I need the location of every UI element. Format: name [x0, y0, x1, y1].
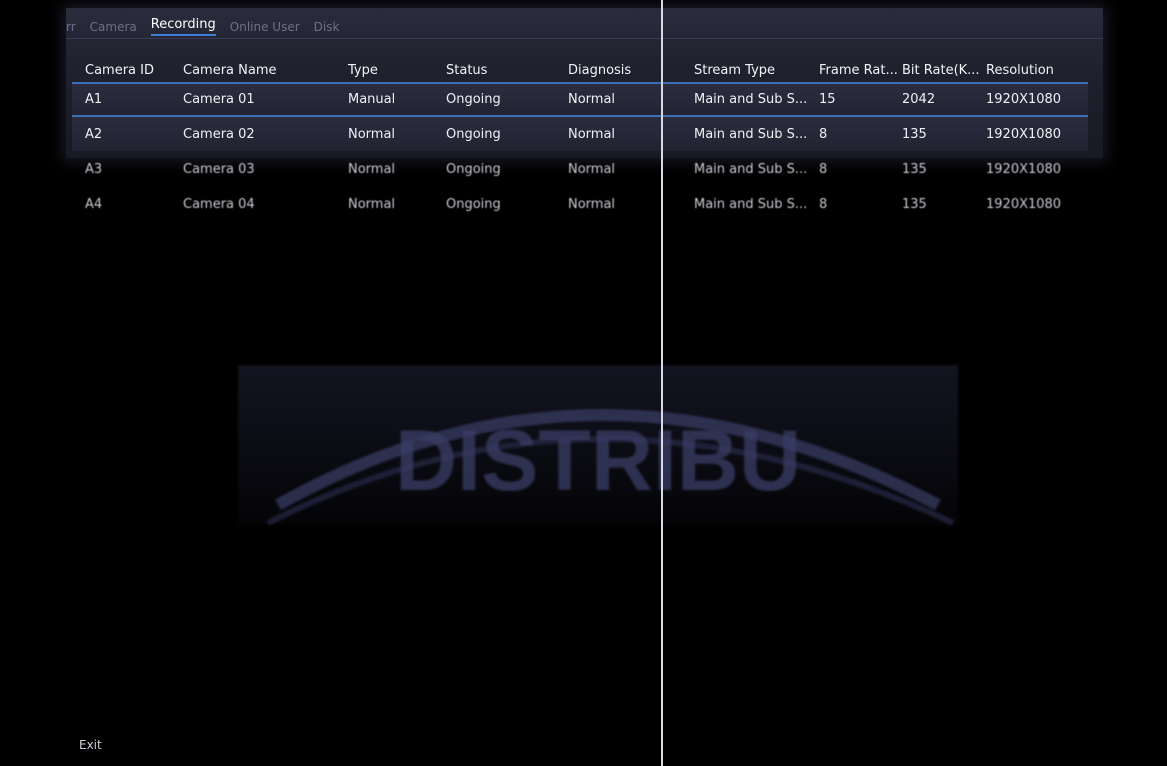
cell-resolution: 1920X1080	[986, 127, 1062, 142]
tab-disk[interactable]: Disk	[314, 20, 340, 36]
cell-status: Ongoing	[446, 197, 501, 212]
cell-camera-id: A4	[85, 197, 103, 212]
watermark-graphic: DISTRIBU	[266, 409, 955, 525]
cell-type: Normal	[348, 127, 396, 142]
header-status[interactable]: Status	[446, 63, 487, 78]
cell-frame-rate: 15	[819, 92, 836, 107]
cell-bit-rate: 135	[902, 162, 927, 177]
cell-diagnosis: Normal	[568, 197, 616, 212]
tab-cut[interactable]: rr	[66, 20, 76, 36]
cell-status: Ongoing	[446, 92, 501, 107]
watermark-text: DISTRIBU	[395, 413, 801, 509]
header-camera-id[interactable]: Camera ID	[85, 63, 154, 78]
cell-frame-rate: 8	[819, 197, 828, 212]
cell-camera-id: A1	[85, 92, 103, 107]
cell-camera-name: Camera 02	[183, 127, 255, 142]
header-bit-rate[interactable]: Bit Rate(K...	[902, 63, 980, 78]
cell-resolution: 1920X1080	[986, 162, 1062, 177]
cell-bit-rate: 2042	[902, 92, 936, 107]
cell-camera-name: Camera 01	[183, 92, 255, 107]
cell-frame-rate: 8	[819, 162, 828, 177]
header-stream-type[interactable]: Stream Type	[694, 63, 775, 78]
cell-stream-type: Main and Sub S...	[694, 162, 808, 177]
tab-bar: rr Camera Recording Online User Disk	[66, 14, 353, 36]
tab-camera[interactable]: Camera	[90, 20, 137, 36]
cell-stream-type: Main and Sub S...	[694, 197, 808, 212]
cell-diagnosis: Normal	[568, 127, 616, 142]
cell-stream-type: Main and Sub S...	[694, 127, 808, 142]
screen-split-divider	[661, 0, 663, 766]
header-camera-name[interactable]: Camera Name	[183, 63, 277, 78]
cell-frame-rate: 8	[819, 127, 828, 142]
cell-camera-name: Camera 03	[183, 162, 255, 177]
cell-resolution: 1920X1080	[986, 197, 1062, 212]
cell-diagnosis: Normal	[568, 162, 616, 177]
header-type[interactable]: Type	[348, 63, 378, 78]
cell-camera-id: A3	[85, 162, 103, 177]
cell-status: Ongoing	[446, 162, 501, 177]
header-diagnosis[interactable]: Diagnosis	[568, 63, 631, 78]
tab-bar-divider	[66, 38, 1103, 39]
watermark-stamp: DISTRIBU	[238, 365, 958, 525]
header-frame-rate[interactable]: Frame Rat...	[819, 63, 898, 78]
cell-type: Normal	[348, 162, 396, 177]
cell-type: Normal	[348, 197, 396, 212]
exit-button[interactable]: Exit	[79, 738, 102, 752]
cell-stream-type: Main and Sub S...	[694, 92, 808, 107]
cell-diagnosis: Normal	[568, 92, 616, 107]
cell-bit-rate: 135	[902, 197, 927, 212]
tab-online-user[interactable]: Online User	[230, 20, 300, 36]
header-resolution[interactable]: Resolution	[986, 63, 1054, 78]
cell-resolution: 1920X1080	[986, 92, 1062, 107]
tab-recording[interactable]: Recording	[150, 17, 216, 36]
cell-camera-id: A2	[85, 127, 103, 142]
cell-type: Manual	[348, 92, 396, 107]
cell-bit-rate: 135	[902, 127, 927, 142]
cell-status: Ongoing	[446, 127, 501, 142]
cell-camera-name: Camera 04	[183, 197, 255, 212]
